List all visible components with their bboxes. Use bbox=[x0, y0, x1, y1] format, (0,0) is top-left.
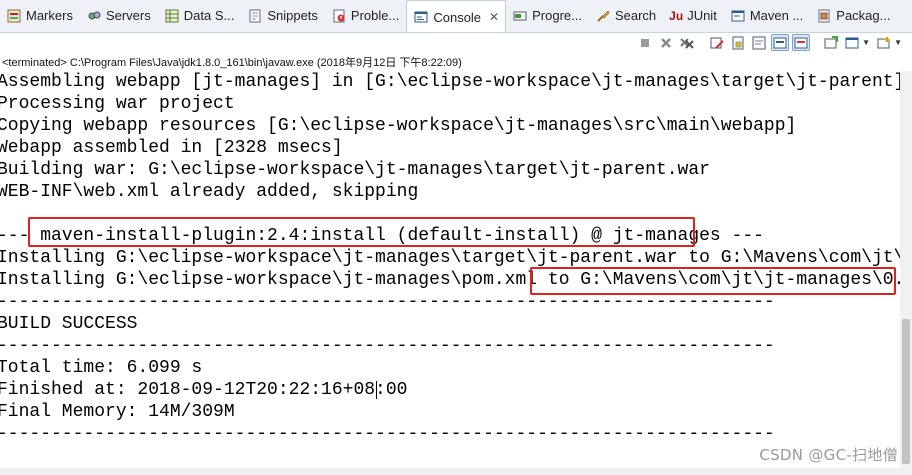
tab-label: Servers bbox=[105, 8, 151, 23]
package-icon bbox=[816, 8, 832, 24]
console-line: Building war: G:\eclipse-workspace\jt-ma… bbox=[0, 160, 710, 180]
text-caret bbox=[376, 381, 377, 399]
remove-launch-button[interactable] bbox=[657, 34, 675, 51]
vertical-scrollbar[interactable] bbox=[900, 71, 912, 475]
tab-label: JUnit bbox=[687, 8, 717, 23]
tab-problems[interactable]: Proble... bbox=[325, 0, 406, 32]
watermark: CSDN @GC-扫地僧 bbox=[759, 446, 898, 464]
tab-search[interactable]: Search bbox=[589, 0, 663, 32]
console-output[interactable]: Assembling webapp [jt-manages] in [G:\ec… bbox=[0, 71, 900, 475]
chevron-down-icon[interactable]: ▼ bbox=[862, 38, 870, 47]
tab-markers[interactable]: Markers bbox=[0, 0, 80, 32]
search-icon bbox=[595, 8, 611, 24]
tab-label: Data S... bbox=[183, 8, 235, 23]
maven-icon bbox=[730, 8, 746, 24]
tab-progress[interactable]: Progre... bbox=[506, 0, 589, 32]
highlight-box-install-path bbox=[530, 267, 896, 295]
markers-icon bbox=[6, 8, 22, 24]
console-line: Copying webapp resources [G:\eclipse-wor… bbox=[0, 116, 797, 136]
close-icon[interactable]: ✕ bbox=[489, 10, 499, 24]
tab-label: Snippets bbox=[267, 8, 318, 23]
console-line: ----------------------------------------… bbox=[0, 424, 775, 444]
data-source-icon bbox=[164, 8, 180, 24]
console-icon bbox=[413, 9, 429, 25]
tab-label: Search bbox=[614, 8, 657, 23]
servers-icon bbox=[86, 8, 102, 24]
progress-icon bbox=[512, 8, 528, 24]
tab-snippets[interactable]: Snippets bbox=[241, 0, 325, 32]
show-on-stdout-button[interactable] bbox=[771, 34, 790, 51]
scrollbar-thumb[interactable] bbox=[902, 319, 910, 464]
show-on-stderr-button[interactable] bbox=[792, 34, 811, 51]
tab-label: Console bbox=[433, 9, 482, 25]
console-line: Total time: 6.099 s bbox=[0, 358, 203, 378]
pin-console-button[interactable] bbox=[822, 34, 840, 51]
tab-package[interactable]: Packag... bbox=[810, 0, 897, 32]
console-line: Final Memory: 14M/309M bbox=[0, 402, 235, 422]
remove-all-terminated-button[interactable] bbox=[678, 34, 696, 51]
tab-maven[interactable]: Maven ... bbox=[724, 0, 810, 32]
tab-label: Markers bbox=[26, 8, 73, 23]
junit-icon: Ju bbox=[669, 8, 684, 23]
console-line: ----------------------------------------… bbox=[0, 336, 775, 356]
console-line: BUILD SUCCESS bbox=[0, 314, 138, 334]
console-line: WEB-INF\web.xml already added, skipping bbox=[0, 182, 419, 202]
tab-servers[interactable]: Servers bbox=[80, 0, 158, 32]
horizontal-scrollbar[interactable] bbox=[0, 468, 900, 475]
console-line: Processing war project bbox=[0, 94, 235, 114]
chevron-down-icon[interactable]: ▼ bbox=[894, 38, 902, 47]
tab-label: Proble... bbox=[350, 8, 400, 23]
snippets-icon bbox=[247, 8, 263, 24]
scroll-lock-button[interactable] bbox=[729, 34, 747, 51]
terminate-button[interactable] bbox=[636, 34, 654, 51]
console-line: Webapp assembled in [2328 msecs] bbox=[0, 138, 343, 158]
console-line: Assembling webapp [jt-manages] in [G:\ec… bbox=[0, 72, 900, 92]
tab-label: Progre... bbox=[532, 8, 582, 23]
tab-label: Maven ... bbox=[749, 8, 804, 23]
console-toolbar: ▼ ▼ bbox=[0, 33, 912, 52]
highlight-box-plugin bbox=[28, 217, 695, 247]
tab-console[interactable]: Console ✕ bbox=[406, 0, 507, 32]
word-wrap-button[interactable] bbox=[750, 34, 768, 51]
problems-icon bbox=[331, 8, 347, 24]
display-selected-console-button[interactable] bbox=[843, 34, 861, 51]
tab-junit[interactable]: Ju JUnit bbox=[663, 0, 724, 32]
open-console-button[interactable] bbox=[875, 34, 893, 51]
console-line: Installing G:\eclipse-workspace\jt-manag… bbox=[0, 248, 900, 268]
process-info: <terminated> C:\Program Files\Java\jdk1.… bbox=[2, 57, 462, 69]
tab-data-source[interactable]: Data S... bbox=[158, 0, 242, 32]
console-line: Finished at: 2018-09-12T20:22:16+08:00 bbox=[0, 380, 408, 400]
view-tab-bar: Markers Servers Data S... Snippets Probl… bbox=[0, 0, 912, 33]
clear-console-button[interactable] bbox=[708, 34, 726, 51]
tab-label: Packag... bbox=[836, 8, 891, 23]
